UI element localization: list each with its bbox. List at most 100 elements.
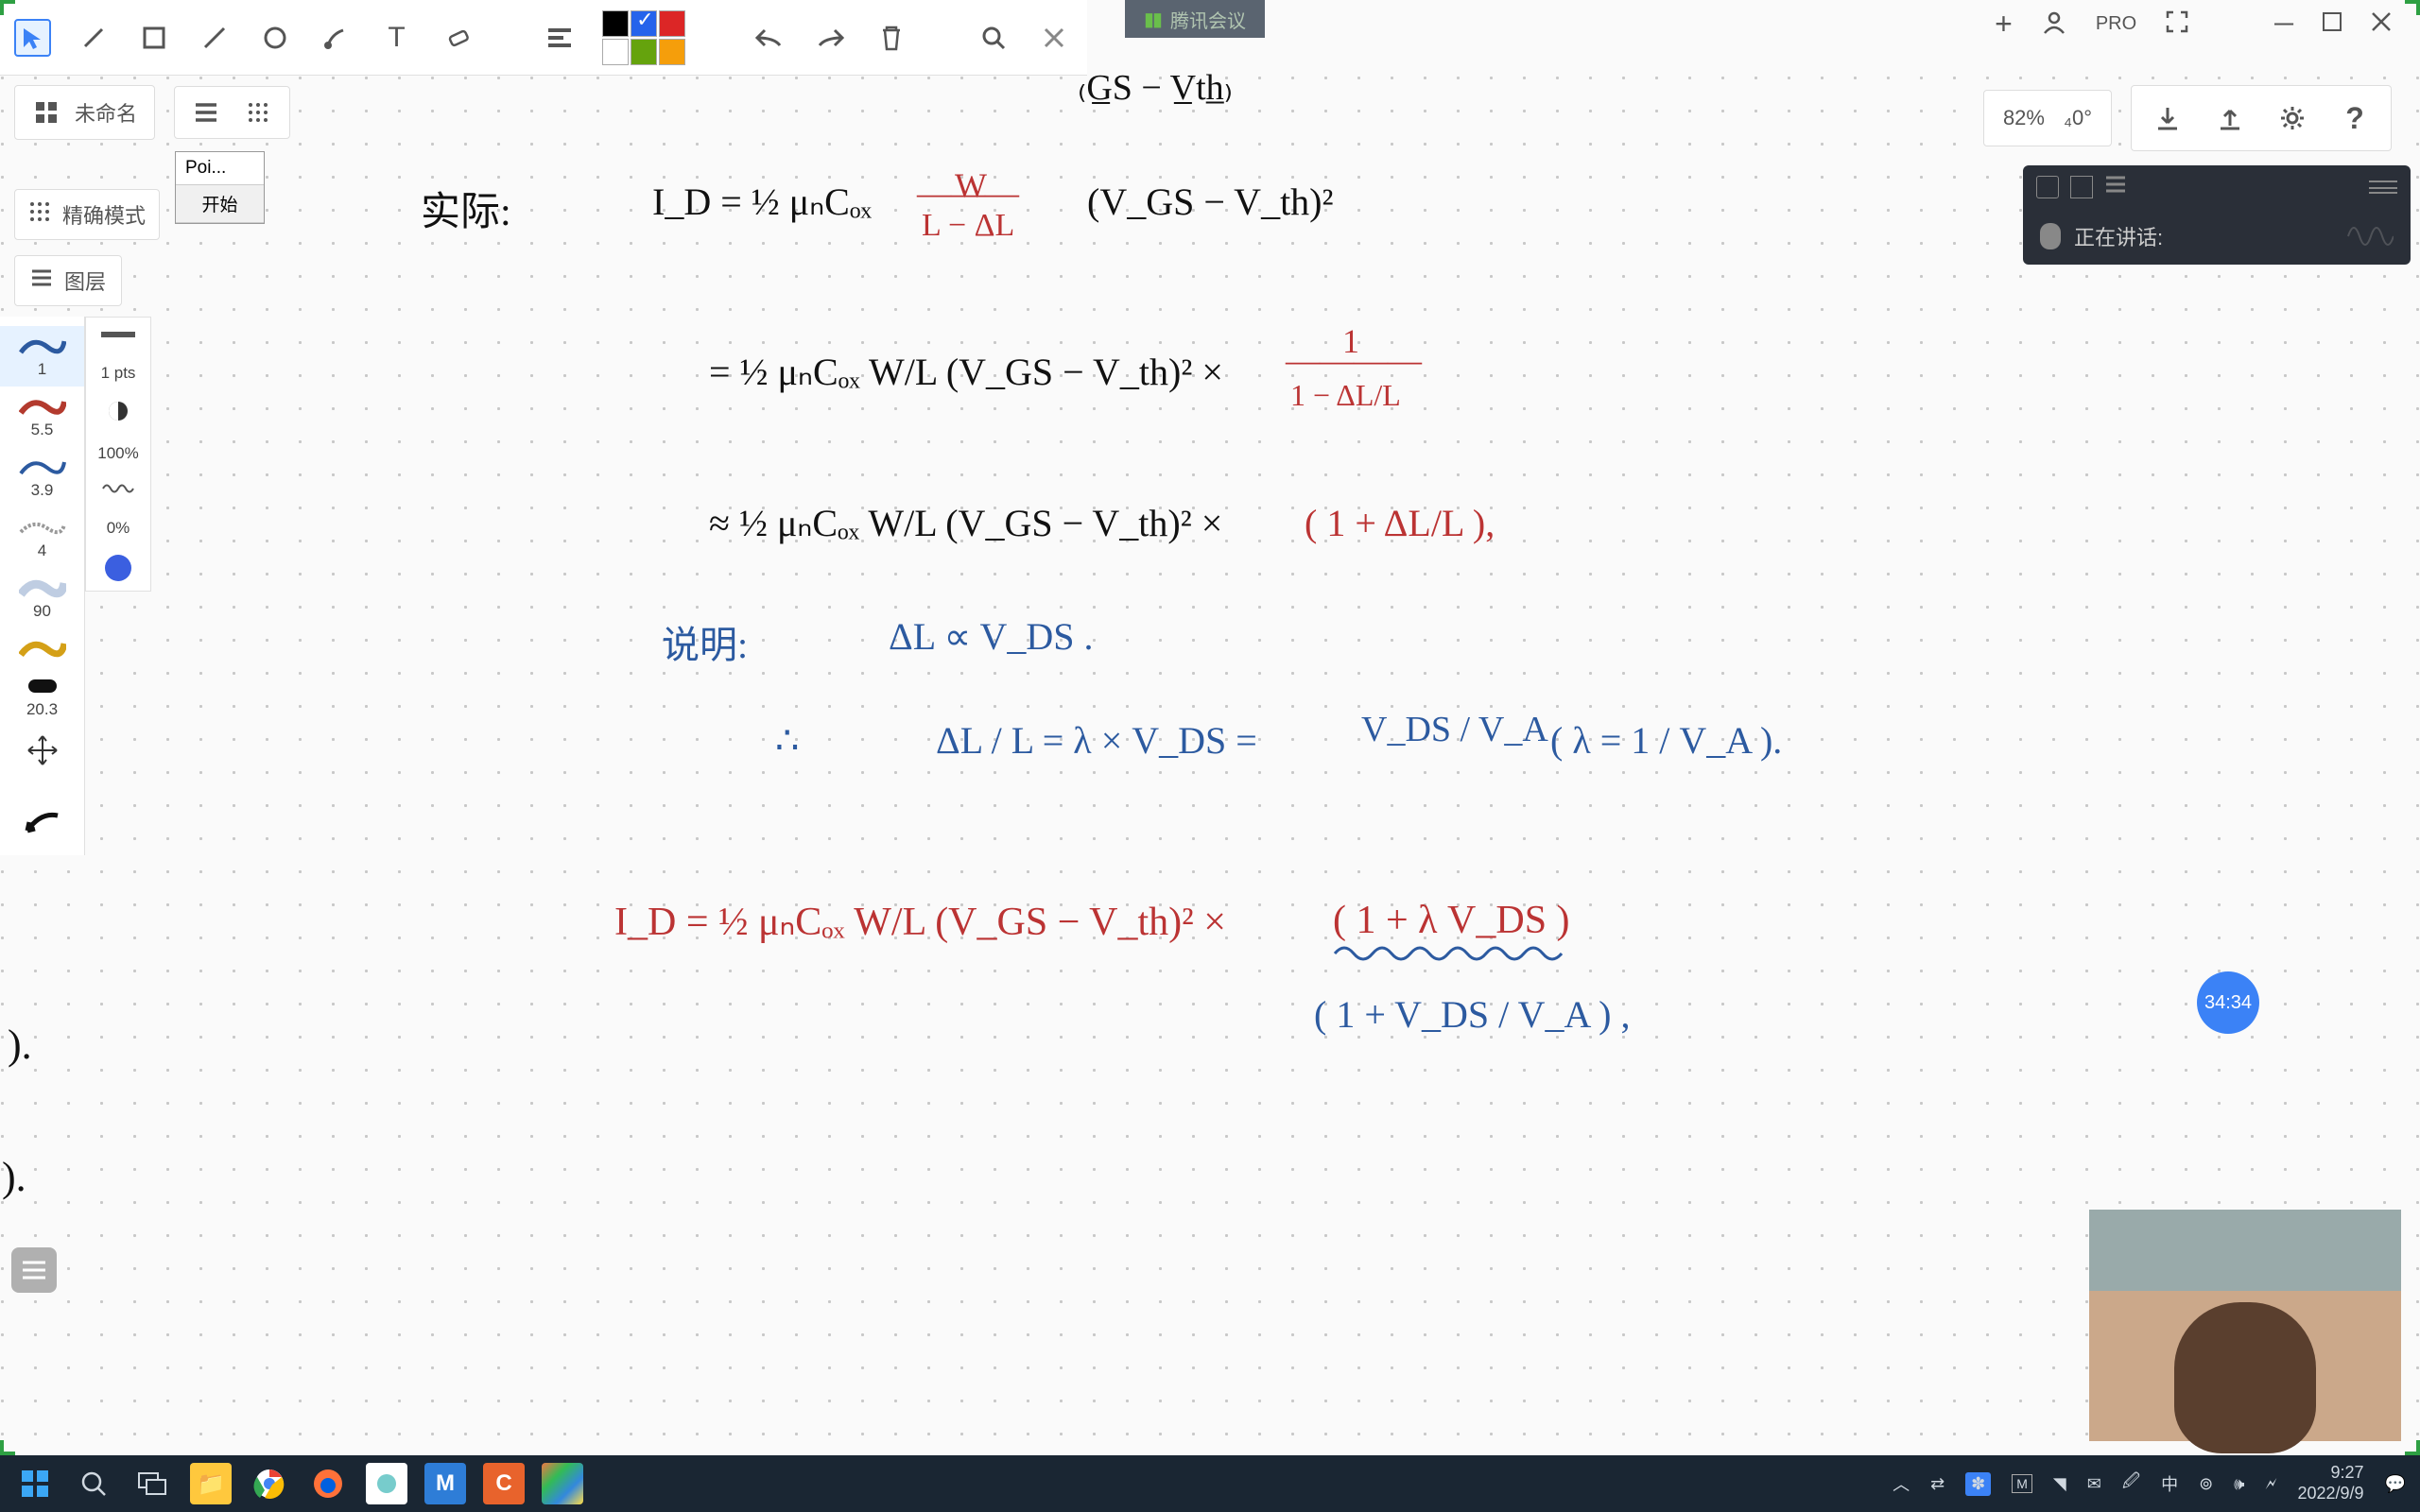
doc-bar: 未命名	[14, 85, 290, 140]
tray-note-icon[interactable]: 🖉	[2122, 1469, 2140, 1498]
upload-icon[interactable]	[2213, 101, 2247, 135]
color-green[interactable]	[631, 39, 657, 65]
clock-date: 2022/9/9	[2298, 1484, 2364, 1504]
move-tool[interactable]	[0, 727, 84, 774]
brush-5[interactable]: 90	[0, 568, 84, 628]
app-icon-1[interactable]	[366, 1463, 407, 1504]
account-icon[interactable]	[2041, 9, 2067, 40]
start-button[interactable]	[14, 1463, 56, 1504]
view-modes[interactable]	[174, 86, 290, 139]
precise-mode-label: 精确模式	[62, 199, 146, 230]
chrome-icon[interactable]	[249, 1463, 290, 1504]
tray-battery-icon[interactable]: 🗲	[2266, 1474, 2277, 1494]
tray-wifi-icon[interactable]: ⊚	[2199, 1474, 2213, 1494]
brush-2[interactable]: 5.5	[0, 387, 84, 447]
doc-title-box[interactable]: 未命名	[14, 85, 155, 140]
select-tool[interactable]	[14, 19, 51, 57]
color-white[interactable]	[602, 39, 629, 65]
zoom-actions: ?	[2131, 85, 2392, 151]
tencent-meeting-tab[interactable]: ▮▮ 腾讯会议	[1125, 0, 1265, 38]
tm-header[interactable]	[2023, 165, 2411, 208]
opacity-icon[interactable]	[107, 400, 130, 427]
brush-4[interactable]: 4	[0, 507, 84, 568]
color-blue[interactable]: ✓	[631, 10, 657, 37]
close-button[interactable]	[2371, 11, 2392, 37]
tm-drag-icon[interactable]	[2369, 180, 2397, 194]
tray-volume-icon[interactable]: 🕪	[2234, 1474, 2244, 1494]
webcam-feed[interactable]	[2089, 1210, 2401, 1441]
undo-stroke[interactable]	[0, 802, 84, 846]
brush-7[interactable]: 20.3	[0, 666, 84, 727]
minimize-button[interactable]: ─	[2274, 9, 2293, 39]
eraser-tool[interactable]	[439, 19, 475, 57]
color-black[interactable]	[602, 10, 629, 37]
layers-button[interactable]: 图层	[14, 255, 122, 306]
pen-tool[interactable]	[75, 19, 112, 57]
app-icon-4[interactable]	[542, 1463, 583, 1504]
thickness-icon[interactable]	[99, 327, 137, 347]
rec-corner-tl	[0, 0, 15, 15]
undo-button[interactable]	[752, 19, 788, 57]
download-icon[interactable]	[2151, 101, 2185, 135]
tray-ime-lang[interactable]: 中	[2161, 1471, 2178, 1496]
taskbar-clock[interactable]: 9:27 2022/9/9	[2298, 1463, 2364, 1503]
grid-view-icon[interactable]	[244, 98, 272, 127]
app-icon-3[interactable]: C	[483, 1463, 525, 1504]
opacity-0: 0%	[107, 519, 130, 538]
align-tool[interactable]	[542, 19, 579, 57]
canvas[interactable]: ₍G̲S − V̲th̲₎ 实际: I_D = ½ μₙCₒₓ W ——— L …	[0, 76, 2420, 1455]
circle-tool[interactable]	[257, 19, 294, 57]
color-orange[interactable]	[659, 39, 685, 65]
rect-tool[interactable]	[135, 19, 172, 57]
tm-layout-1-icon[interactable]	[2036, 176, 2059, 198]
precise-mode-toggle[interactable]: 精确模式	[14, 189, 160, 240]
tm-list-icon[interactable]	[2104, 175, 2127, 198]
search-button[interactable]	[976, 19, 1012, 57]
sidebar-toggle[interactable]	[11, 1247, 57, 1293]
tray-ime-icon[interactable]: M	[2012, 1474, 2032, 1493]
zoom-pct: 82%	[2003, 106, 2045, 130]
task-view[interactable]	[131, 1463, 173, 1504]
text-tool[interactable]: T	[378, 19, 415, 57]
tray-star-icon[interactable]: ✽	[1965, 1472, 1991, 1496]
tm-layout-2-icon[interactable]	[2070, 176, 2093, 198]
settings-icon[interactable]	[2275, 101, 2309, 135]
tray-msg-icon[interactable]: ✉	[2087, 1474, 2101, 1494]
color-red[interactable]	[659, 10, 685, 37]
opacity-100: 100%	[97, 444, 138, 463]
color-palette[interactable]: ✓	[602, 10, 685, 65]
tray-app-icon[interactable]: ◥	[2053, 1474, 2066, 1494]
list-view-icon[interactable]	[192, 98, 220, 127]
start-button[interactable]: 开始	[176, 185, 264, 223]
pro-badge: PRO	[2096, 13, 2136, 35]
wave-icon[interactable]	[101, 480, 135, 502]
rec-corner-bl	[0, 1440, 15, 1455]
maximize-button[interactable]	[2322, 11, 2342, 37]
zoom-display[interactable]: 82% ₄0°	[1983, 90, 2112, 146]
close-toolbar-button[interactable]	[1036, 19, 1073, 57]
poi-popup[interactable]: Poi... 开始	[175, 151, 265, 224]
brush-1[interactable]: 1	[0, 326, 84, 387]
explorer-icon[interactable]: 📁	[190, 1463, 232, 1504]
brush-6[interactable]	[0, 628, 84, 666]
mic-icon[interactable]	[2040, 223, 2061, 249]
notifications-icon[interactable]: 💬	[2385, 1474, 2406, 1494]
tray-chevron-icon[interactable]: ︿	[1893, 1471, 1910, 1496]
grid-icon	[32, 98, 60, 127]
brush-3[interactable]: 3.9	[0, 447, 84, 507]
tencent-meeting-panel[interactable]: 正在讲话:	[2023, 165, 2411, 265]
color-dot[interactable]	[105, 555, 131, 581]
delete-button[interactable]	[873, 19, 909, 57]
search-taskbar[interactable]	[73, 1463, 114, 1504]
firefox-icon[interactable]	[307, 1463, 349, 1504]
brush-tool[interactable]	[318, 19, 354, 57]
redo-button[interactable]	[812, 19, 849, 57]
help-icon[interactable]: ?	[2338, 101, 2372, 135]
app-icon-2[interactable]: M	[424, 1463, 466, 1504]
tray-sync-icon[interactable]: ⇄	[1930, 1474, 1945, 1494]
line-tool[interactable]	[197, 19, 233, 57]
timer-badge[interactable]: 34:34	[2197, 971, 2259, 1034]
meeting-tab-label: 腾讯会议	[1170, 6, 1246, 33]
plus-button[interactable]: +	[1995, 7, 2013, 42]
fullscreen-button[interactable]	[2165, 9, 2189, 39]
